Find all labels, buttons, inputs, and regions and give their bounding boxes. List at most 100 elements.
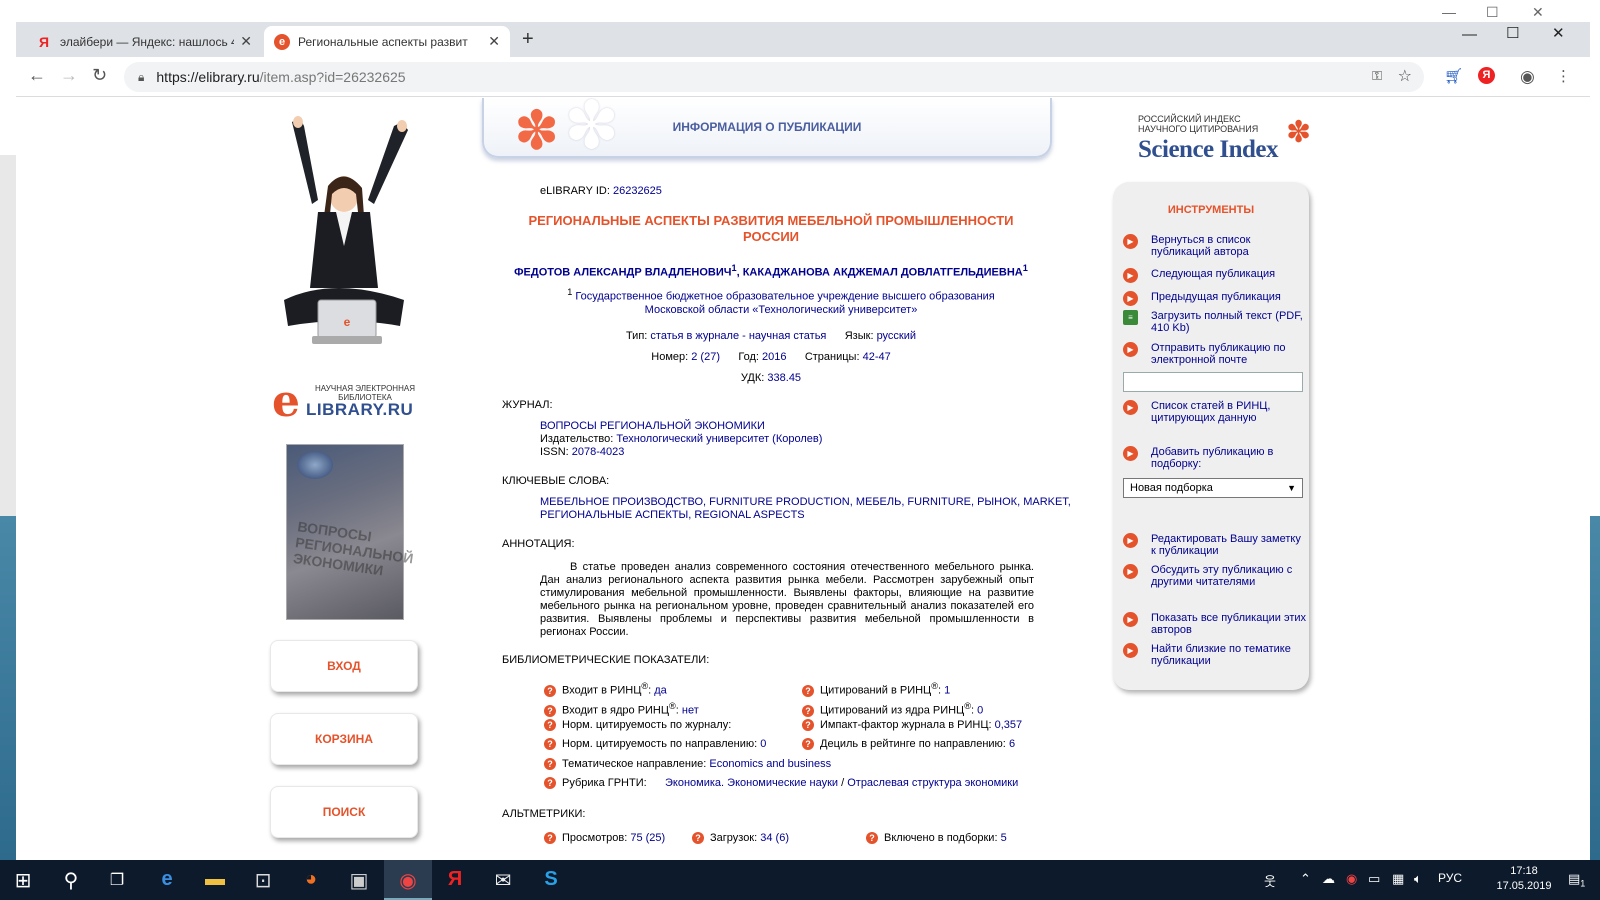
tool-back-to-author-list[interactable]: ▶ Вернуться в список публикаций автора <box>1123 234 1307 258</box>
tool-find-similar[interactable]: ▶ Найти близкие по тематике публикации <box>1123 643 1307 667</box>
yandex-tray-icon[interactable]: ◉ <box>1346 871 1357 887</box>
close-window-icon[interactable]: ✕ <box>1552 24 1565 42</box>
grnti-link[interactable]: Экономика. Экономические науки <box>665 777 838 789</box>
science-index-logo[interactable]: РОССИЙСКИЙ ИНДЕКС НАУЧНОГО ЦИТИРОВАНИЯ Sc… <box>1138 114 1318 170</box>
help-icon[interactable]: ? <box>544 704 556 717</box>
help-icon[interactable]: ? <box>544 719 556 732</box>
citations-link[interactable]: 1 <box>944 685 950 697</box>
cart-button[interactable]: КОРЗИНА <box>270 713 418 765</box>
help-icon[interactable]: ? <box>692 832 704 845</box>
abstract-heading: АННОТАЦИЯ: <box>502 538 575 550</box>
back-arrow-icon[interactable]: ← <box>28 65 46 86</box>
tool-previous-publication[interactable]: ▶ Предыдущая публикация <box>1123 291 1307 306</box>
affiliation[interactable]: 1 Государственное бюджетное образователь… <box>536 286 1026 317</box>
metric-norm-journal: ? Норм. цитируемость по журналу: <box>544 719 731 732</box>
profile-avatar-icon[interactable]: ◉ <box>1520 67 1535 87</box>
tab-strip: Я элайбери — Яндекс: нашлось 4 ✕ e Регио… <box>16 22 1590 57</box>
bibliometrics-heading: БИБЛИОМЕТРИЧЕСКИЕ ПОКАЗАТЕЛИ: <box>502 654 710 666</box>
battery-icon[interactable]: ▭ <box>1368 871 1380 887</box>
tool-edit-note[interactable]: ▶ Редактировать Вашу заметку к публикации <box>1123 533 1307 557</box>
clock[interactable]: 17:18 17.05.2019 <box>1494 864 1554 894</box>
journal-name-link[interactable]: ВОПРОСЫ РЕГИОНАЛЬНОЙ ЭКОНОМИКИ <box>540 420 765 433</box>
keywords-heading: КЛЮЧЕВЫЕ СЛОВА: <box>502 475 610 487</box>
tab-close-icon[interactable]: ✕ <box>240 33 252 50</box>
edge-browser-icon[interactable]: e <box>152 868 182 891</box>
search-icon[interactable]: ⚲ <box>56 868 86 893</box>
elibrary-favicon-icon: e <box>274 33 290 50</box>
help-icon[interactable]: ? <box>866 832 878 845</box>
arrow-right-icon: ▶ <box>1123 612 1138 627</box>
tool-discuss[interactable]: ▶ Обсудить эту публикацию с другими читат… <box>1123 564 1307 588</box>
tool-next-publication[interactable]: ▶ Следующая публикация <box>1123 268 1307 283</box>
tool-send-email[interactable]: ▶ Отправить публикацию по электронной поч… <box>1123 342 1307 366</box>
cloud-icon[interactable]: ☁ <box>1322 871 1335 887</box>
store-icon[interactable]: ⊡ <box>248 868 278 893</box>
arrow-right-icon: ▶ <box>1123 400 1138 415</box>
chrome-browser-icon[interactable]: ◉ <box>393 868 423 893</box>
arrow-right-icon: ▶ <box>1123 234 1138 249</box>
help-icon[interactable]: ? <box>802 738 814 751</box>
volume-icon[interactable]: 🔈︎ <box>1414 871 1422 887</box>
address-bar[interactable]: 🔒︎ https://elibrary.ru/item.asp?id=26232… <box>124 62 1424 92</box>
network-icon[interactable]: ▦ <box>1392 871 1404 887</box>
bookmark-star-icon[interactable]: ☆ <box>1398 66 1412 86</box>
help-icon[interactable]: ? <box>544 738 556 751</box>
tab-elibrary[interactable]: e Региональные аспекты развит ✕ <box>264 26 510 57</box>
tab-yandex[interactable]: Я элайбери — Яндекс: нашлось 4 ✕ <box>26 26 262 57</box>
people-icon[interactable]: 웃 <box>1264 871 1276 890</box>
bg-maximize-icon[interactable]: ☐ <box>1486 4 1499 21</box>
publisher-link[interactable]: Технологический университет (Королев) <box>616 433 822 445</box>
new-tab-icon[interactable]: + <box>522 28 534 51</box>
keywords-links[interactable]: МЕБЕЛЬНОЕ ПРОИЗВОДСТВО, FURNITURE PRODUC… <box>540 496 1071 509</box>
bg-close-icon[interactable]: ✕ <box>1532 4 1544 21</box>
author-link[interactable]: ФЕДОТОВ АЛЕКСАНДР ВЛАДЛЕНОВИЧ <box>514 267 731 279</box>
menu-kebab-icon[interactable]: ⋮ <box>1556 67 1571 85</box>
maximize-icon[interactable]: ☐ <box>1506 24 1519 42</box>
paint-icon[interactable]: ◕ <box>296 868 326 891</box>
tray-chevron-icon[interactable]: ⌃ <box>1300 871 1311 887</box>
help-icon[interactable]: ? <box>802 704 814 717</box>
lock-icon: 🔒︎ <box>138 69 145 84</box>
tool-add-to-collection[interactable]: ▶ Добавить публикацию в подборку: <box>1123 446 1307 470</box>
help-icon[interactable]: ? <box>544 777 556 790</box>
elibrary-id: eLIBRARY ID: 26232625 <box>540 185 662 197</box>
minimize-icon[interactable]: — <box>1462 26 1477 43</box>
skype-icon[interactable]: S <box>536 868 566 891</box>
cart-extension-icon[interactable]: 🛒︎ <box>1444 67 1463 85</box>
help-icon[interactable]: ? <box>544 758 556 771</box>
collection-select[interactable]: Новая подборка ▼ <box>1123 478 1303 498</box>
journal-cover-image[interactable]: ВОПРОСЫ РЕГИОНАЛЬНОЙ ЭКОНОМИКИ <box>286 444 414 620</box>
app-icon[interactable]: ▣ <box>344 868 374 893</box>
grnti-link[interactable]: Отраслевая структура экономики <box>847 777 1018 789</box>
logo-brand: LIBRARY.RU <box>306 400 414 419</box>
tool-citing-articles[interactable]: ▶ Список статей в РИНЦ, цитирующих данную <box>1123 400 1307 424</box>
task-view-icon[interactable]: ❐ <box>102 870 132 890</box>
tool-show-authors-publications[interactable]: ▶ Показать все публикации этих авторов <box>1123 612 1307 636</box>
help-icon[interactable]: ? <box>802 719 814 732</box>
keywords-links[interactable]: РЕГИОНАЛЬНЫЕ АСПЕКТЫ, REGIONAL ASPECTS <box>540 509 805 522</box>
issue-link[interactable]: 2 (27) <box>691 351 720 363</box>
elibrary-logo[interactable]: e НАУЧНАЯ ЭЛЕКТРОННАЯ БИБЛИОТЕКА LIBRARY… <box>272 380 418 424</box>
email-input[interactable] <box>1123 372 1303 392</box>
tab-close-icon[interactable]: ✕ <box>488 33 500 50</box>
banner-title: ИНФОРМАЦИЯ О ПУБЛИКАЦИИ <box>672 120 862 134</box>
key-icon[interactable]: ⚿ <box>1372 68 1382 84</box>
search-button[interactable]: ПОИСК <box>270 786 418 838</box>
help-icon[interactable]: ? <box>802 684 814 697</box>
info-banner: ✽ ✽ ИНФОРМАЦИЯ О ПУБЛИКАЦИИ <box>482 98 1052 158</box>
mail-icon[interactable]: ✉ <box>488 868 518 893</box>
input-language[interactable]: РУС <box>1438 871 1462 885</box>
notifications-icon[interactable]: ▤1 <box>1568 871 1585 889</box>
forward-arrow-icon[interactable]: → <box>60 65 78 86</box>
tool-download-pdf[interactable]: ≡ Загрузить полный текст (PDF, 410 Kb) <box>1123 310 1307 334</box>
reload-icon[interactable]: ↻ <box>92 65 107 86</box>
yandex-browser-icon[interactable]: Я <box>440 868 470 891</box>
help-icon[interactable]: ? <box>544 832 556 845</box>
author-link[interactable]: КАКАДЖАНОВА АКДЖЕМАЛ ДОВЛАТГЕЛЬДИЕВНА <box>743 267 1023 279</box>
login-button[interactable]: ВХОД <box>270 640 418 692</box>
help-icon[interactable]: ? <box>544 684 556 697</box>
bg-minimize-icon[interactable]: — <box>1442 4 1456 20</box>
yandex-extension-icon[interactable]: Я <box>1478 67 1495 84</box>
file-explorer-icon[interactable]: ▬ <box>200 868 230 891</box>
windows-start-icon[interactable]: ⊞ <box>8 868 38 893</box>
